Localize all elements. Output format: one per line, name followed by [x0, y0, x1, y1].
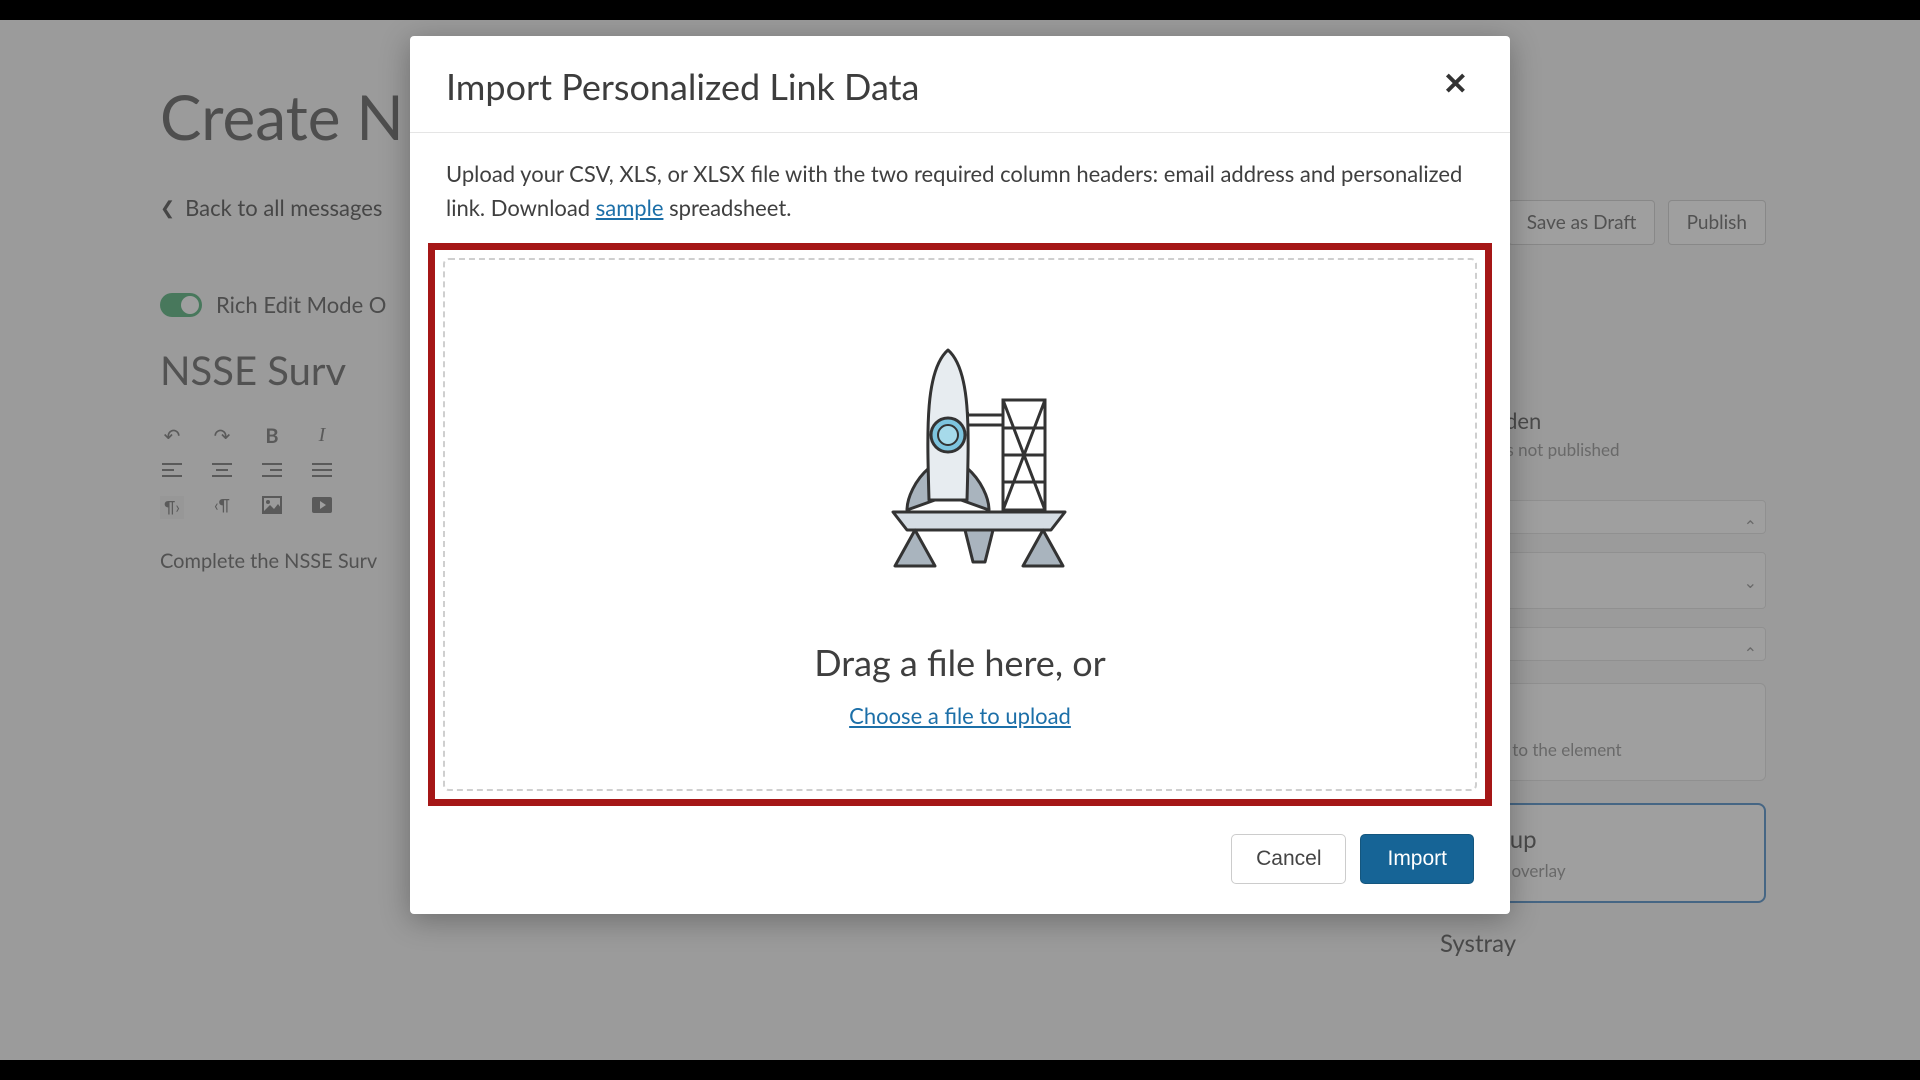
- modal-title: Import Personalized Link Data: [446, 64, 919, 108]
- cancel-button[interactable]: Cancel: [1231, 834, 1346, 884]
- import-modal: Import Personalized Link Data ✕ Upload y…: [410, 36, 1510, 914]
- sample-link[interactable]: sample: [596, 194, 664, 221]
- import-button[interactable]: Import: [1360, 834, 1474, 884]
- choose-file-link[interactable]: Choose a file to upload: [849, 702, 1071, 729]
- rocket-launch-icon: [465, 330, 1455, 580]
- drag-file-text: Drag a file here, or: [465, 640, 1455, 684]
- close-icon[interactable]: ✕: [1437, 64, 1474, 102]
- highlight-frame: Drag a file here, or Choose a file to up…: [428, 243, 1492, 806]
- modal-instructions: Upload your CSV, XLS, or XLSX file with …: [410, 133, 1510, 243]
- instructions-post: spreadsheet.: [663, 194, 791, 221]
- file-dropzone[interactable]: Drag a file here, or Choose a file to up…: [443, 258, 1477, 791]
